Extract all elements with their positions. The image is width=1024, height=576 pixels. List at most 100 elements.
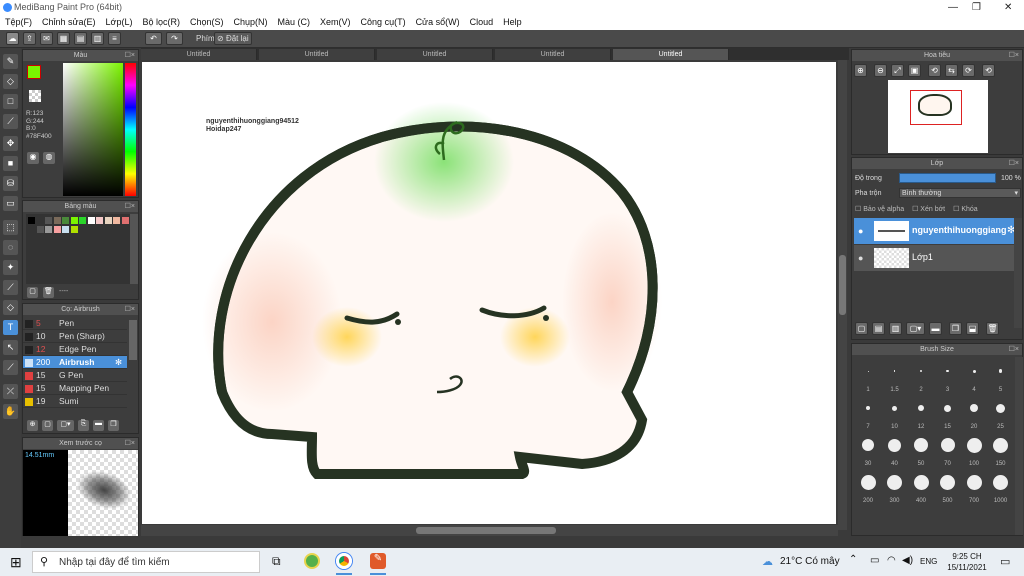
- dropper-icon[interactable]: ⟋: [3, 360, 18, 375]
- close-button[interactable]: ✕: [1004, 2, 1012, 13]
- palette-swatch[interactable]: [28, 217, 35, 224]
- weather-text[interactable]: 21°C Có mây: [780, 556, 840, 567]
- redo-icon[interactable]: ↷: [166, 32, 183, 45]
- brush-size-option[interactable]: 25: [989, 396, 1013, 430]
- volume-icon[interactable]: ◀): [902, 555, 913, 566]
- reset-button[interactable]: ⊘ Đặt lại: [214, 32, 252, 45]
- tab-document[interactable]: Untitled: [141, 49, 257, 60]
- select-eraser-icon[interactable]: ◇: [3, 300, 18, 315]
- brush-size-option[interactable]: 15: [936, 396, 960, 430]
- layer-row-selected[interactable]: ● nguyenthihuonggiang ✻: [854, 218, 1015, 244]
- menu-icon[interactable]: ≡: [108, 32, 121, 45]
- brush-size-option[interactable]: 1.5: [883, 359, 907, 393]
- lock-checkbox[interactable]: ☐ Khóa: [953, 206, 978, 213]
- color-mix-icon[interactable]: ◍: [43, 152, 55, 164]
- operation-tool-icon[interactable]: ↖: [3, 340, 18, 355]
- rotate-left-icon[interactable]: ⟲: [928, 64, 941, 77]
- search-box[interactable]: ⚲ Nhập tại đây để tìm kiếm: [32, 551, 260, 573]
- visibility-icon[interactable]: ●: [858, 226, 863, 236]
- zoom-in-icon[interactable]: ⊕: [854, 64, 867, 77]
- brush-scrollbar[interactable]: [129, 320, 137, 360]
- palette-swatch[interactable]: [62, 226, 69, 233]
- blend-select[interactable]: Bình thường ▾: [899, 188, 1021, 198]
- duplicate-icon[interactable]: ❐: [108, 420, 119, 431]
- brush-item[interactable]: 19 Sumi: [23, 395, 127, 408]
- brush-item[interactable]: 12 Edge Pen: [23, 343, 127, 356]
- palette-swatch[interactable]: [104, 217, 112, 224]
- brush-size-option[interactable]: 4: [962, 359, 986, 393]
- opacity-slider[interactable]: [899, 173, 996, 183]
- wifi-icon[interactable]: ◠: [887, 555, 896, 566]
- saturation-value-picker[interactable]: [63, 63, 123, 196]
- eraser-tool-icon[interactable]: ◇: [3, 74, 18, 89]
- brush-size-option[interactable]: 40: [883, 433, 907, 467]
- protect-alpha-checkbox[interactable]: ☐ Bảo vệ alpha: [855, 206, 904, 213]
- brush-tool-icon[interactable]: ✎: [3, 54, 18, 69]
- menu-edit[interactable]: Chỉnh sửa(E): [37, 16, 101, 27]
- brush-size-option[interactable]: 10: [883, 396, 907, 430]
- magic-wand-icon[interactable]: ✦: [3, 260, 18, 275]
- palette-swatch[interactable]: [79, 217, 86, 224]
- new-8bit-layer-icon[interactable]: ▥: [889, 322, 902, 335]
- panel-icon[interactable]: ▥: [91, 32, 104, 45]
- brush-size-option[interactable]: 3: [936, 359, 960, 393]
- medibang-icon[interactable]: ✎: [370, 553, 386, 569]
- palette-scrollbar[interactable]: [130, 214, 138, 284]
- shape-tool-icon[interactable]: □: [3, 94, 18, 109]
- task-view-icon[interactable]: ⧉: [272, 554, 281, 569]
- horizontal-scroll-thumb[interactable]: [416, 527, 556, 534]
- palette-swatch[interactable]: [113, 217, 120, 224]
- chrome-icon[interactable]: [336, 553, 352, 569]
- palette-swatch[interactable]: [45, 217, 52, 224]
- rotate-right-icon[interactable]: ⟳: [962, 64, 975, 77]
- layout-icon[interactable]: ▤: [74, 32, 87, 45]
- brush-size-option[interactable]: 20: [962, 396, 986, 430]
- brush-size-option[interactable]: 200: [856, 470, 880, 504]
- add-brush-icon[interactable]: ⊕: [27, 420, 38, 431]
- pen-tool-icon[interactable]: ⟋: [3, 114, 18, 129]
- copy-brush-icon[interactable]: ⎘: [78, 420, 89, 431]
- palette-swatch[interactable]: [96, 217, 103, 224]
- panel-close-icon[interactable]: ☐×: [125, 201, 135, 212]
- vertical-scroll-thumb[interactable]: [839, 255, 846, 315]
- cloud-icon[interactable]: ☁: [6, 32, 19, 45]
- palette-swatch[interactable]: [53, 226, 61, 233]
- menu-select[interactable]: Chọn(S): [185, 16, 229, 27]
- panel-close-icon[interactable]: ☐×: [125, 50, 135, 61]
- brush-size-option[interactable]: 1: [856, 359, 880, 393]
- grid-icon[interactable]: ▦: [57, 32, 70, 45]
- select-pen-icon[interactable]: ⟋: [3, 280, 18, 295]
- brush-size-option[interactable]: 100: [962, 433, 986, 467]
- menu-filter[interactable]: Bộ lọc(R): [137, 16, 185, 27]
- palette-swatch[interactable]: [70, 217, 78, 224]
- brush-item-selected[interactable]: 200 Airbrush ✻: [23, 356, 127, 369]
- gear-icon[interactable]: ✻: [115, 356, 122, 369]
- brush-size-option[interactable]: 1000: [989, 470, 1013, 504]
- drawing-canvas[interactable]: nguyenthihuonggiang94512 Hoidap247: [142, 62, 836, 524]
- navigator-thumbnail[interactable]: [888, 80, 988, 153]
- hand-tool-icon[interactable]: ✋: [3, 404, 18, 419]
- new-layer-icon[interactable]: ▢: [855, 322, 868, 335]
- brush-size-option[interactable]: 500: [936, 470, 960, 504]
- brush-size-option[interactable]: 7: [856, 396, 880, 430]
- brush-item[interactable]: 5 Pen: [23, 317, 127, 330]
- clipping-checkbox[interactable]: ☐ Xén bớt: [912, 206, 945, 213]
- palette-swatch[interactable]: [87, 217, 95, 224]
- horizontal-scrollbar[interactable]: [141, 525, 838, 536]
- palette-swatch[interactable]: [36, 226, 44, 233]
- network-icon[interactable]: ▭: [870, 555, 879, 566]
- chevron-up-icon[interactable]: ⌃: [849, 554, 857, 565]
- minimize-button[interactable]: —: [948, 2, 958, 13]
- tab-document[interactable]: Untitled: [259, 49, 375, 60]
- select-rect-icon[interactable]: ⬚: [3, 220, 18, 235]
- undo-icon[interactable]: ↶: [145, 32, 162, 45]
- panel-close-icon[interactable]: ☐×: [1009, 344, 1019, 355]
- layer-folder-icon[interactable]: ▬: [929, 322, 942, 335]
- zoom-out-icon[interactable]: ⊖: [874, 64, 887, 77]
- brush-size-option[interactable]: 5: [989, 359, 1013, 393]
- eyedropper-icon[interactable]: ⤫: [3, 384, 18, 399]
- gradient-tool-icon[interactable]: ▭: [3, 196, 18, 211]
- palette-swatch[interactable]: [36, 217, 44, 224]
- language-indicator[interactable]: ENG: [920, 557, 937, 566]
- menu-layer[interactable]: Lớp(L): [101, 16, 138, 27]
